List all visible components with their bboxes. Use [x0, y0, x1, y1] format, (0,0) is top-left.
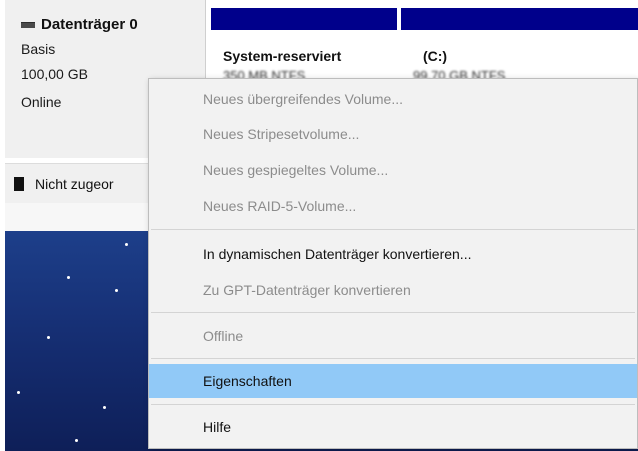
menu-separator [151, 358, 635, 359]
menu-item-new-mirrored-volume[interactable]: Neues gespiegeltes Volume... [149, 153, 637, 187]
disk-icon [21, 22, 35, 29]
partition-bar [401, 8, 638, 30]
star [115, 289, 118, 292]
menu-item-new-striped-volume[interactable]: Neues Stripesetvolume... [149, 117, 637, 151]
disk-status: Online [21, 94, 62, 110]
menu-item-label: In dynamischen Datenträger konvertieren.… [203, 246, 472, 262]
star [75, 439, 78, 442]
menu-item-new-raid5-volume[interactable]: Neues RAID-5-Volume... [149, 189, 637, 223]
disk-name: Datenträger 0 [41, 16, 138, 33]
menu-item-convert-gpt[interactable]: Zu GPT-Datenträger konvertieren [149, 273, 637, 307]
disk-title: Datenträger 0 [21, 16, 138, 33]
menu-separator [151, 229, 635, 230]
menu-item-offline[interactable]: Offline [149, 319, 637, 353]
star [47, 336, 50, 339]
menu-item-label: Neues übergreifendes Volume... [203, 91, 404, 107]
star [67, 276, 70, 279]
partition-bar [211, 8, 397, 30]
menu-item-label: Neues gespiegeltes Volume... [203, 162, 389, 178]
unallocated-swatch [14, 177, 24, 191]
context-menu: Neues übergreifendes Volume... Neues Str… [148, 78, 638, 449]
menu-separator [151, 404, 635, 405]
menu-item-new-spanned-volume[interactable]: Neues übergreifendes Volume... [149, 82, 637, 116]
partition-label: (C:) [423, 48, 448, 64]
menu-separator [151, 312, 635, 313]
star [17, 391, 20, 394]
star [103, 406, 106, 409]
star [125, 243, 128, 246]
menu-item-label: Offline [203, 328, 244, 344]
menu-item-label: Zu GPT-Datenträger konvertieren [203, 282, 411, 298]
unallocated-label: Nicht zugeor [35, 176, 114, 192]
disk-type: Basis [21, 41, 56, 57]
partition-label: System-reserviert [223, 48, 342, 64]
disk-size: 100,00 GB [21, 66, 88, 82]
menu-item-convert-dynamic[interactable]: In dynamischen Datenträger konvertieren.… [149, 237, 637, 271]
menu-item-label: Hilfe [203, 419, 232, 435]
menu-item-help[interactable]: Hilfe [149, 410, 637, 444]
menu-item-label: Eigenschaften [203, 373, 292, 389]
menu-item-label: Neues RAID-5-Volume... [203, 198, 357, 214]
menu-item-label: Neues Stripesetvolume... [203, 126, 360, 142]
menu-item-properties[interactable]: Eigenschaften [149, 364, 637, 398]
